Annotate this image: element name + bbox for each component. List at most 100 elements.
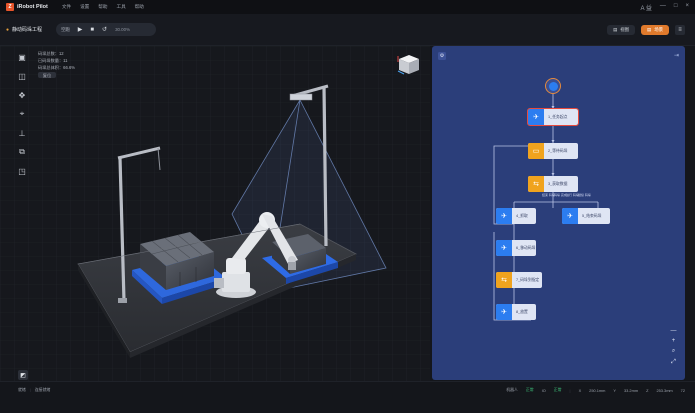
task-icon: ✈ (528, 109, 544, 125)
flow-node-end-pallet[interactable]: ✈ 5_结束码垛 (562, 208, 610, 224)
info-placed: 已码垛数量：11 (38, 58, 68, 63)
menu-item-about[interactable]: 帮助 (135, 4, 144, 10)
view-icon: ▤ (613, 27, 618, 32)
toolbar: ● 静动码垛工程 空跑 ▶ ■ ↺ 30.00% ▤ 视图 ▤ 场景 ≡ (0, 14, 695, 46)
status-separator: | (569, 387, 571, 393)
minimize-button[interactable]: — (660, 3, 666, 12)
flow-node-task-start[interactable]: ✈ 1_任务起点 (527, 108, 579, 126)
zoom-out-icon[interactable]: — (669, 328, 678, 334)
z-label: Z (646, 387, 649, 393)
flow-node-place[interactable]: ✈ 8_放置 (496, 304, 536, 320)
io-status-label: IO (541, 387, 546, 393)
status-left: 就绪 | 连接就绪 (18, 387, 50, 393)
move-node-icon: ✈ (496, 240, 512, 256)
flow-node-label: 1_任务起点 (548, 114, 568, 119)
status-connection-text: 连接就绪 (34, 387, 51, 392)
search-icon[interactable]: ⌕ (669, 348, 678, 355)
status-ready: 就绪 (18, 387, 26, 392)
info-total: 码垛总数：12 (38, 51, 64, 56)
flow-node-label: 5_结束码垛 (582, 213, 602, 218)
branch-label-done: 码垛 完成 (554, 193, 567, 197)
project-dot-icon: ● (6, 26, 10, 33)
view-cube-icon[interactable] (396, 52, 422, 76)
flow-connectors (493, 94, 599, 321)
app-title: iRobot Pilot (17, 4, 48, 10)
speed-value[interactable]: 30.00% (115, 27, 130, 32)
branch-label-proceed: 继续 码垛 (578, 193, 591, 197)
step-icon[interactable]: ↺ (102, 26, 107, 33)
zoom-in-icon[interactable]: + (669, 338, 678, 344)
viewport-corner-icon[interactable]: ◩ (18, 370, 28, 380)
menu-bar: 文件 设置 帮助 工具 帮助 (62, 4, 144, 10)
pallet-icon: ⇆ (496, 272, 512, 288)
menu-item-file[interactable]: 文件 (62, 4, 71, 10)
reset-button[interactable]: 复位 (38, 72, 56, 78)
play-icon[interactable]: ▶ (78, 26, 83, 33)
menu-icon[interactable]: ≡ (675, 25, 685, 35)
move-icon[interactable]: ✥ (16, 89, 28, 101)
flow-node-wait[interactable]: ▭ 2_等待码垛 (528, 143, 578, 159)
logo-mark-icon: Z (6, 3, 14, 11)
menu-item-settings[interactable]: 设置 (80, 4, 89, 10)
flow-node-label: 3_获取数据 (548, 181, 568, 186)
info-volume: 码垛总体积：66.6% (38, 65, 75, 70)
view-layer-icon[interactable]: ◫ (16, 70, 28, 82)
run-controls: 空跑 ▶ ■ ↺ 30.00% (56, 23, 156, 36)
title-bar: Z iRobot Pilot 文件 设置 帮助 工具 帮助 A 益 — □ × (0, 0, 695, 14)
menu-item-tools[interactable]: 工具 (116, 4, 125, 10)
fit-view-icon[interactable]: ⤢ (669, 359, 678, 366)
target-icon[interactable]: ⌖ (16, 108, 28, 120)
scene-icon: ▤ (647, 27, 652, 32)
flow-node-label: 2_等待码垛 (548, 148, 568, 153)
app-logo: Z iRobot Pilot (6, 0, 48, 14)
wait-icon: ▭ (528, 143, 544, 159)
flow-node-label: 7_码垛到指定 (516, 277, 540, 282)
status-right: 机器人 正常 IO 正常 | X 250.1mm Y 33.2mm Z 253.… (506, 387, 685, 393)
flow-node-move[interactable]: ✈ 6_移动码垛 (496, 240, 536, 256)
x-value: 250.1mm (589, 387, 606, 393)
3d-viewport[interactable]: ▣ ◫ ✥ ⌖ ⊥ ⧉ ◳ 码垛总数：12 已码垛数量：11 码垛总体积：66.… (0, 46, 430, 381)
scene-canvas (0, 46, 430, 381)
project-name: 静动码垛工程 (12, 27, 43, 33)
window-controls: A 益 — □ × (641, 3, 689, 12)
scene-button-label: 场景 (654, 27, 663, 32)
x-label: X (578, 387, 582, 393)
run-mode-select[interactable]: 空跑 (61, 27, 70, 33)
view-button[interactable]: ▤ 视图 (607, 25, 636, 35)
data-icon: ⇆ (528, 176, 544, 192)
flow-panel: ⚙ ⇥ ✈ 1_任务起点 ▭ 2_等待码垛 ⇆ 3_获取数据 结束 码垛 码垛 … (432, 46, 685, 380)
robot-status-value: 正常 (525, 387, 534, 392)
menu-item-help[interactable]: 帮助 (98, 4, 107, 10)
y-value: 33.2mm (624, 387, 639, 393)
place-icon: ✈ (496, 304, 512, 320)
flow-node-pick[interactable]: ✈ 4_抓取 (496, 208, 536, 224)
close-button[interactable]: × (685, 3, 689, 12)
y-label: Y (613, 387, 616, 393)
maximize-button[interactable]: □ (674, 3, 678, 12)
flow-start-node[interactable] (545, 78, 561, 94)
branch-label-continue: 进行 码垛 (566, 193, 579, 197)
io-status-value: 正常 (553, 387, 562, 392)
view-front-icon[interactable]: ▣ (16, 51, 28, 63)
scene-button[interactable]: ▤ 场景 (641, 25, 669, 35)
project-selector[interactable]: ● 静动码垛工程 (6, 26, 43, 34)
status-bar: 就绪 | 连接就绪 机器人 正常 IO 正常 | X 250.1mm Y 33.… (0, 381, 695, 413)
viewport-toolbar: ▣ ◫ ✥ ⌖ ⊥ ⧉ ◳ (16, 46, 34, 177)
z-value: 253.3mm (656, 387, 673, 393)
view-button-label: 视图 (620, 27, 630, 32)
screenshot-icon[interactable]: ◳ (16, 165, 28, 177)
end-icon: ✈ (562, 208, 578, 224)
flow-node-label: 4_抓取 (516, 213, 528, 218)
axis-icon[interactable]: ⊥ (16, 127, 28, 139)
robot-status-label: 机器人 (506, 387, 518, 392)
toolbar-right: ▤ 视图 ▤ 场景 ≡ (607, 25, 685, 35)
pallet-info: 码垛总数：12 已码垛数量：11 码垛总体积：66.6% 复位 (38, 50, 75, 78)
flow-node-pallet-to[interactable]: ⇆ 7_码垛到指定 (496, 272, 542, 288)
zoom-level: 72 (680, 387, 685, 393)
user-button[interactable]: A 益 (641, 3, 652, 12)
flow-node-label: 8_放置 (516, 309, 528, 314)
flow-node-get-data[interactable]: ⇆ 3_获取数据 (528, 176, 578, 192)
copy-icon[interactable]: ⧉ (16, 146, 28, 158)
stop-icon[interactable]: ■ (90, 27, 94, 33)
flow-zoom-tools: — + ⌕ ⤢ (669, 328, 678, 366)
